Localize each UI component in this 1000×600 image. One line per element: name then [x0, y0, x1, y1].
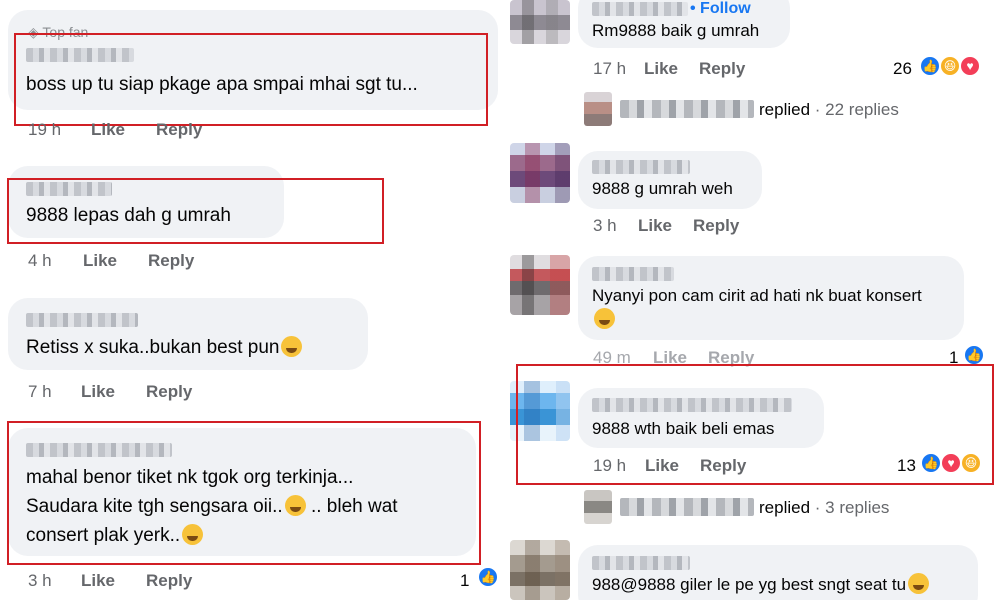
avatar[interactable]	[510, 540, 570, 600]
like-button[interactable]: Like	[81, 571, 115, 591]
comment-author-blurred[interactable]	[592, 2, 688, 16]
comment-author-blurred[interactable]	[592, 556, 690, 570]
comment-author-blurred[interactable]	[26, 313, 138, 327]
like-button[interactable]: Like	[91, 120, 125, 140]
reaction-count[interactable]: 1	[460, 571, 469, 591]
comment-text-emoji	[592, 307, 615, 333]
like-reaction-icon: 👍	[963, 344, 985, 366]
like-button[interactable]: Like	[644, 59, 678, 79]
laughing-tears-emoji-icon	[281, 336, 303, 357]
love-reaction-icon: ♥	[940, 452, 962, 474]
like-button[interactable]: Like	[83, 251, 117, 271]
rofl-emoji-icon	[594, 308, 615, 329]
reply-button[interactable]: Reply	[146, 571, 192, 591]
reply-button[interactable]: Reply	[693, 216, 739, 236]
like-button[interactable]: Like	[645, 456, 679, 476]
like-reaction-icon: 👍	[920, 452, 942, 474]
comment-text: Rm9888 baik g umrah	[592, 21, 760, 40]
like-reaction-icon: 👍	[919, 55, 941, 77]
comment-text: 9888 g umrah weh	[592, 179, 733, 198]
comment-time[interactable]: 3 h	[28, 571, 52, 591]
replier-names-blurred[interactable]	[620, 498, 754, 516]
haha-reaction-icon: 😆	[960, 452, 982, 474]
reaction-count[interactable]: 13	[897, 456, 916, 476]
comment-time[interactable]: 17 h	[593, 59, 626, 79]
reply-button[interactable]: Reply	[146, 382, 192, 402]
reply-avatar[interactable]	[584, 92, 612, 126]
like-reaction-icon: 👍	[477, 566, 499, 588]
highlight-box	[7, 178, 384, 244]
avatar[interactable]	[510, 0, 570, 44]
reply-button[interactable]: Reply	[156, 120, 202, 140]
grinning-sweat-emoji-icon	[908, 573, 930, 594]
comment-time[interactable]: 4 h	[28, 251, 52, 271]
reply-button[interactable]: Reply	[699, 59, 745, 79]
column-divider	[500, 0, 504, 600]
comment-time[interactable]: 7 h	[28, 382, 52, 402]
view-replies-link[interactable]: replied · 22 replies	[759, 100, 899, 120]
comment-text: Nyanyi pon cam cirit ad hati nk buat kon…	[592, 286, 922, 305]
reaction-count[interactable]: 26	[893, 59, 912, 79]
like-button[interactable]: Like	[81, 382, 115, 402]
reply-button[interactable]: Reply	[700, 456, 746, 476]
reply-avatar[interactable]	[584, 490, 612, 524]
avatar[interactable]	[510, 255, 570, 315]
reply-button[interactable]: Reply	[148, 251, 194, 271]
comment-author-blurred[interactable]	[592, 267, 674, 281]
like-button[interactable]: Like	[638, 216, 672, 236]
comment-time[interactable]: 19 h	[593, 456, 626, 476]
comment-time[interactable]: 19 h	[28, 120, 61, 140]
haha-reaction-icon: 😆	[939, 55, 961, 77]
replier-names-blurred[interactable]	[620, 100, 754, 118]
highlight-box	[7, 421, 481, 565]
comment-text: Retiss x suka..bukan best pun	[26, 333, 303, 362]
comment-text: 988@9888 giler le pe yg best sngt seat t…	[592, 572, 930, 598]
comment-time[interactable]: 3 h	[593, 216, 617, 236]
comment-author-blurred[interactable]	[592, 160, 690, 174]
follow-link[interactable]: • Follow	[690, 0, 751, 18]
avatar[interactable]	[510, 143, 570, 203]
highlight-box	[14, 33, 488, 126]
love-reaction-icon: ♥	[959, 55, 981, 77]
view-replies-link[interactable]: replied · 3 replies	[759, 498, 889, 518]
